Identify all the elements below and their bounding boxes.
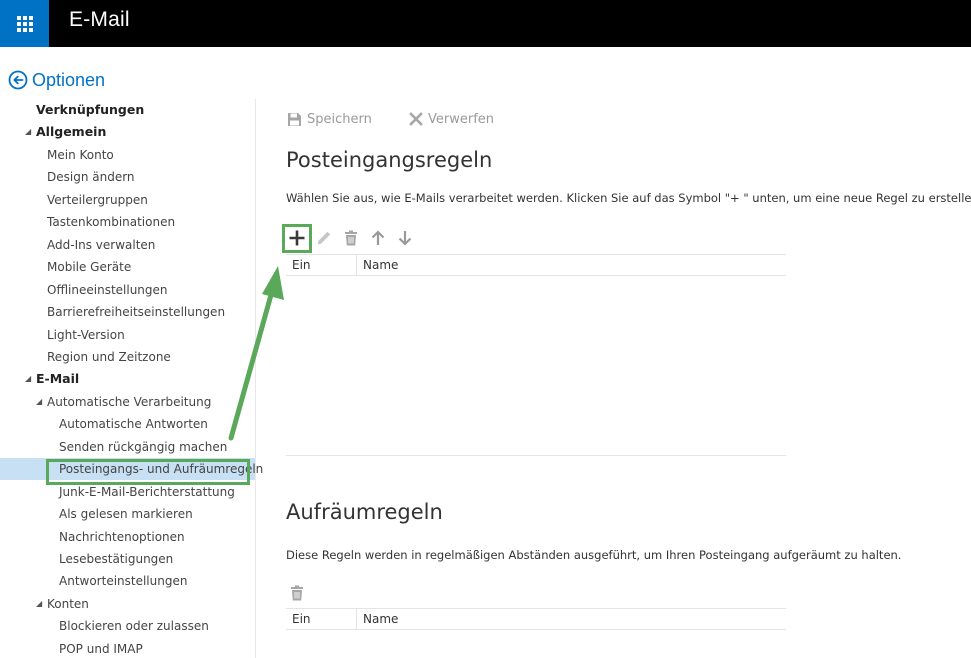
expand-triangle-icon[interactable]: ◢ [36, 593, 42, 615]
top-bar: E-Mail [0, 0, 971, 47]
nav-item-lesebestätigungen[interactable]: Lesebestätigungen [0, 548, 255, 570]
nav-item-label: Lesebestätigungen [59, 552, 174, 566]
nav-item-design-ändern[interactable]: Design ändern [0, 166, 255, 188]
move-down-arrow-icon [398, 231, 412, 246]
nav-item-verknüpfungen[interactable]: Verknüpfungen [0, 99, 255, 121]
nav-item-konten[interactable]: ◢ Konten [0, 593, 255, 615]
move-up-arrow-icon [371, 230, 385, 245]
inbox-rules-table-header: Ein Name [286, 254, 786, 276]
nav-item-automatische-antworten[interactable]: Automatische Antworten [0, 413, 255, 435]
column-separator [356, 609, 357, 630]
nav-item-offlineeinstellungen[interactable]: Offlineeinstellungen [0, 279, 255, 301]
nav-item-label: Blockieren oder zulassen [59, 619, 209, 634]
nav-item-senden-rückgängig-machen[interactable]: Senden rückgängig machen [0, 436, 255, 458]
delete-sweep-rule-button[interactable] [287, 583, 307, 603]
nav-item-als-gelesen-markieren[interactable]: Als gelesen markieren [0, 503, 255, 525]
nav-item-label: E-Mail [36, 371, 80, 387]
section-divider [286, 455, 786, 456]
discard-label: Verwerfen [428, 111, 495, 127]
nav-item-label: Als gelesen markieren [59, 507, 193, 522]
nav-item-label: Mobile Geräte [47, 260, 132, 275]
nav-item-barrierefreiheitseinstellungen[interactable]: Barrierefreiheitseinstellungen [0, 301, 255, 323]
nav-item-allgemein[interactable]: ◢ Allgemein [0, 121, 255, 143]
nav-item-label: Automatische Verarbeitung [47, 394, 212, 409]
add-rule-button[interactable] [287, 228, 307, 248]
app-title: E-Mail [69, 8, 130, 31]
nav-item-posteingangs-und-aufräumregeln[interactable]: Posteingangs- und Aufräumregeln [0, 458, 263, 481]
nav-item-blockieren-oder-zulassen[interactable]: Blockieren oder zulassen [0, 615, 255, 637]
nav-item-add-ins-verwalten[interactable]: Add-Ins verwalten [0, 234, 255, 256]
expand-triangle-icon[interactable]: ◢ [25, 368, 31, 390]
edit-pencil-icon [317, 231, 331, 245]
nav-item-label: Light-Version [47, 327, 125, 342]
save-label: Speichern [307, 111, 372, 127]
nav-item-light-version[interactable]: Light-Version [0, 324, 255, 346]
column-separator [356, 255, 357, 276]
nav-item-verteilergruppen[interactable]: Verteilergruppen [0, 189, 255, 211]
column-header-ein[interactable]: Ein [292, 612, 311, 626]
nav-item-label: Posteingangs- und Aufräumregeln [59, 462, 264, 477]
nav-item-label: Design ändern [47, 170, 135, 185]
expand-triangle-icon[interactable]: ◢ [25, 121, 31, 143]
nav-item-label: Add-Ins verwalten [47, 237, 156, 252]
options-title: Optionen [32, 69, 106, 90]
nav-item-label: Automatische Antworten [59, 417, 208, 432]
column-header-ein[interactable]: Ein [292, 258, 311, 272]
delete-rule-button[interactable] [341, 228, 361, 248]
nav-item-label: Verknüpfungen [36, 102, 145, 117]
nav-item-pop-und-imap[interactable]: POP und IMAP [0, 638, 255, 658]
options-nav: Verknüpfungen ◢ Allgemein Mein Konto Design … [0, 99, 263, 658]
nav-item-tastenkombinationen[interactable]: Tastenkombinationen [0, 211, 255, 233]
inbox-rules-description: Wählen Sie aus, wie E-Mails verarbeitet … [286, 191, 971, 205]
delete-trash-icon [291, 585, 303, 601]
app-launcher-button[interactable] [0, 0, 49, 47]
nav-item-automatische-verarbeitung[interactable]: ◢ Automatische Verarbeitung [0, 391, 255, 413]
delete-trash-icon [345, 230, 357, 246]
nav-item-label: Mein Konto [47, 147, 114, 162]
save-button[interactable]: Speichern [287, 109, 372, 129]
floppy-disk-icon [288, 112, 301, 126]
move-down-button[interactable] [395, 228, 415, 248]
nav-item-label: Allgemein [36, 124, 107, 140]
options-back-link[interactable]: Optionen [8, 68, 105, 92]
nav-item-antworteinstellungen[interactable]: Antworteinstellungen [0, 570, 255, 592]
nav-item-mobile-geräte[interactable]: Mobile Geräte [0, 256, 255, 278]
nav-item-nachrichtenoptionen[interactable]: Nachrichtenoptionen [0, 526, 255, 548]
main-content: Speichern Verwerfen Posteingangsregeln W… [257, 99, 971, 658]
inbox-rules-title: Posteingangsregeln [286, 148, 493, 172]
sweep-rules-title: Aufräumregeln [286, 500, 443, 524]
nav-item-label: Verteilergruppen [47, 192, 148, 207]
nav-item-e-mail[interactable]: ◢ E-Mail [0, 368, 255, 390]
nav-item-label: Barrierefreiheitseinstellungen [47, 305, 226, 320]
nav-item-label: Konten [47, 596, 89, 611]
nav-item-label: Tastenkombinationen [47, 215, 176, 230]
sweep-rules-table-header: Ein Name [286, 608, 786, 630]
expand-triangle-icon[interactable]: ◢ [36, 391, 42, 413]
nav-item-label: POP und IMAP [59, 641, 143, 656]
move-up-button[interactable] [368, 228, 388, 248]
nav-item-label: Senden rückgängig machen [59, 439, 228, 454]
nav-item-label: Antworteinstellungen [59, 574, 188, 589]
nav-item-junk-e-mail-berichterstattung[interactable]: Junk-E-Mail-Berichterstattung [0, 481, 255, 503]
edit-rule-button[interactable] [314, 228, 334, 248]
back-arrow-circle-icon [8, 70, 28, 90]
add-icon [289, 230, 305, 246]
discard-button[interactable]: Verwerfen [409, 109, 494, 129]
app-launcher-icon [16, 15, 33, 32]
x-icon [409, 112, 423, 126]
nav-item-label: Junk-E-Mail-Berichterstattung [59, 484, 235, 499]
nav-item-label: Offlineeinstellungen [47, 282, 168, 297]
nav-item-label: Region und Zeitzone [47, 349, 171, 364]
sweep-rules-description: Diese Regeln werden in regelmäßigen Abst… [286, 548, 902, 562]
nav-item-label: Nachrichtenoptionen [59, 529, 185, 544]
column-header-name[interactable]: Name [363, 258, 398, 272]
nav-item-mein-konto[interactable]: Mein Konto [0, 144, 255, 166]
column-header-name[interactable]: Name [363, 612, 398, 626]
nav-item-region-und-zeitzone[interactable]: Region und Zeitzone [0, 346, 255, 368]
